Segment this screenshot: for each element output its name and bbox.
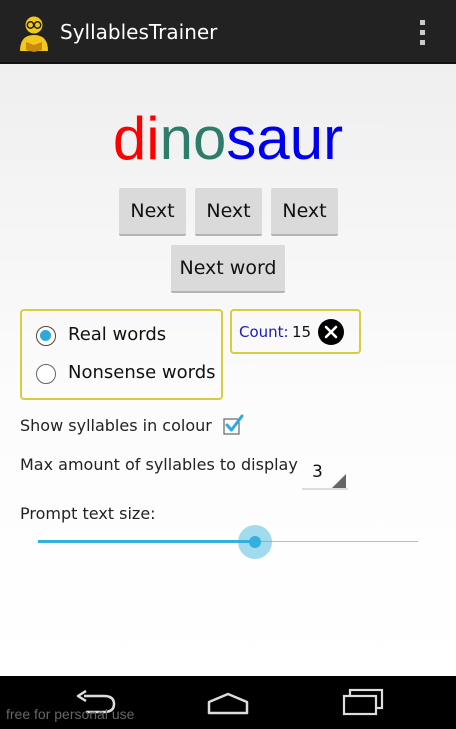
next-syllable-1-button[interactable]: Next (119, 188, 186, 236)
prompt-word: dinosaur (0, 104, 456, 174)
slider-fill (38, 540, 255, 543)
prompt-size-label: Prompt text size: (20, 504, 156, 523)
watermark: free for personal use (6, 706, 135, 722)
show-colour-checkbox[interactable] (222, 414, 244, 436)
next-word-button[interactable]: Next word (171, 245, 285, 293)
checkbox-checked-icon (223, 414, 244, 435)
show-colour-label: Show syllables in colour (20, 416, 212, 435)
home-icon[interactable] (205, 690, 251, 716)
syllable-3: saur (226, 105, 344, 172)
syllable-2: no (159, 105, 227, 172)
next-syllable-3-button[interactable]: Next (271, 188, 338, 236)
radio-selected-icon (36, 326, 56, 346)
radio-real-words[interactable]: Real words (36, 321, 216, 351)
next-syllable-2-button[interactable]: Next (195, 188, 262, 236)
overflow-menu-icon[interactable] (412, 16, 434, 50)
action-bar: SyllablesTrainer (0, 0, 456, 64)
count-label: Count: (239, 323, 289, 341)
max-syllables-label: Max amount of syllables to display (20, 455, 298, 474)
reader-icon (20, 16, 48, 52)
max-syllables-spinner[interactable]: 3 (302, 458, 348, 490)
count-value: 15 (292, 323, 312, 341)
radio-real-words-label: Real words (68, 324, 167, 345)
clear-count-button[interactable] (318, 319, 344, 345)
recent-apps-icon[interactable] (340, 688, 386, 716)
syllable-1: di (112, 105, 160, 172)
prompt-size-slider[interactable] (38, 525, 418, 566)
radio-nonsense-words-label: Nonsense words (68, 362, 216, 383)
app-title: SyllablesTrainer (60, 20, 218, 44)
word-type-group: Real words Nonsense words (20, 309, 223, 400)
main-content: dinosaur Next Next Next Next word Real w… (0, 64, 456, 676)
radio-nonsense-words[interactable]: Nonsense words (36, 359, 216, 389)
radio-unselected-icon (36, 364, 56, 384)
count-box: Count: 15 (230, 309, 361, 354)
close-icon (324, 325, 338, 339)
spinner-triangle-icon (302, 474, 348, 490)
slider-thumb[interactable] (238, 525, 272, 559)
